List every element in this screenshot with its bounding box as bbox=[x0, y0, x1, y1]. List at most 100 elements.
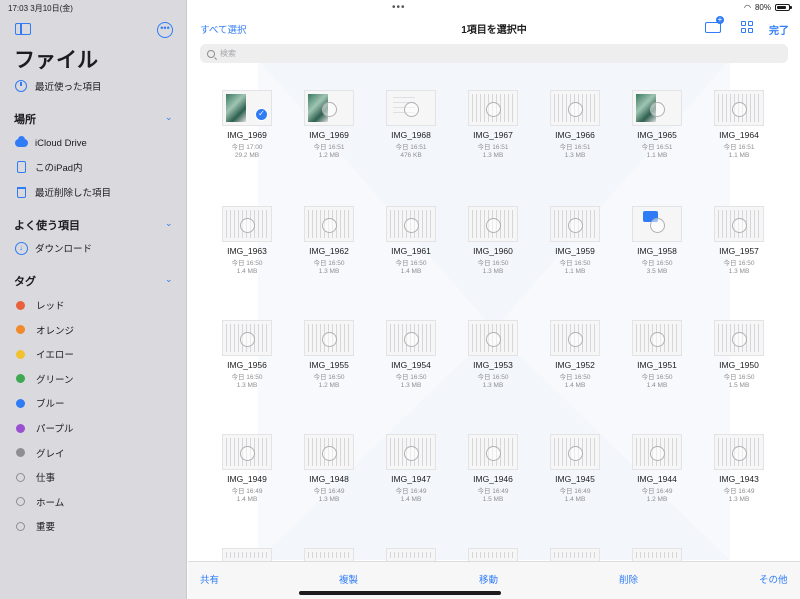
file-item[interactable]: IMG_1943 今日 16:49 1.3 MB bbox=[700, 434, 778, 512]
tag-color-dot-icon bbox=[16, 448, 25, 458]
selection-circle-icon[interactable] bbox=[650, 102, 665, 117]
selection-circle-icon[interactable] bbox=[568, 218, 583, 233]
section-tags-header[interactable]: タグ bbox=[14, 273, 36, 289]
file-item[interactable]: IMG_1968 今日 16:51 476 KB bbox=[372, 90, 450, 168]
selection-circle-icon[interactable] bbox=[568, 102, 583, 117]
file-item[interactable]: IMG_1957 今日 16:50 1.3 MB bbox=[700, 206, 778, 284]
sidebar-item-icloud-drive[interactable]: iCloud Drive bbox=[14, 134, 87, 152]
selection-circle-icon[interactable] bbox=[486, 218, 501, 233]
file-item[interactable]: IMG_1950 今日 16:50 1.5 MB bbox=[700, 320, 778, 398]
more-options-icon[interactable]: ••• bbox=[157, 22, 173, 38]
file-item[interactable]: IMG_1944 今日 16:49 1.2 MB bbox=[618, 434, 696, 512]
duplicate-button[interactable]: 複製 bbox=[339, 572, 358, 586]
file-item[interactable]: IMG_1965 今日 16:51 1.1 MB bbox=[618, 90, 696, 168]
sidebar-item-downloads[interactable]: ↓ ダウンロード bbox=[14, 239, 92, 257]
file-thumbnail[interactable] bbox=[468, 548, 518, 562]
file-item[interactable]: IMG_1956 今日 16:50 1.3 MB bbox=[208, 320, 286, 398]
selection-circle-icon[interactable] bbox=[240, 446, 255, 461]
sidebar-item-tag[interactable]: グレイ bbox=[14, 444, 65, 462]
share-button[interactable]: 共有 bbox=[200, 572, 219, 586]
file-date: 今日 16:50 bbox=[641, 374, 673, 381]
sidebar-item-tag[interactable]: イエロー bbox=[14, 345, 74, 363]
grid-view-icon[interactable] bbox=[741, 21, 753, 33]
file-item[interactable]: IMG_1960 今日 16:50 1.3 MB bbox=[454, 206, 532, 284]
selection-circle-icon[interactable] bbox=[486, 332, 501, 347]
selection-circle-icon[interactable] bbox=[568, 332, 583, 347]
selection-circle-icon[interactable] bbox=[732, 102, 747, 117]
sidebar-item-tag[interactable]: 仕事 bbox=[14, 468, 55, 486]
sidebar-item-tag[interactable]: レッド bbox=[14, 296, 65, 314]
selection-circle-icon[interactable] bbox=[650, 446, 665, 461]
file-thumbnail[interactable] bbox=[304, 548, 354, 562]
delete-button[interactable]: 削除 bbox=[619, 572, 638, 586]
selection-circle-icon[interactable] bbox=[486, 102, 501, 117]
file-item[interactable]: IMG_1959 今日 16:50 1.1 MB bbox=[536, 206, 614, 284]
file-thumbnail[interactable] bbox=[386, 548, 436, 562]
file-item[interactable]: IMG_1964 今日 16:51 1.1 MB bbox=[700, 90, 778, 168]
multitasking-dots[interactable]: ••• bbox=[392, 2, 406, 13]
selection-circle-icon[interactable] bbox=[404, 218, 419, 233]
file-thumbnail[interactable] bbox=[550, 548, 600, 562]
selection-circle-icon[interactable] bbox=[322, 332, 337, 347]
selection-circle-icon[interactable] bbox=[732, 218, 747, 233]
sidebar-item-tag[interactable]: グリーン bbox=[14, 370, 74, 388]
file-thumbnail[interactable] bbox=[632, 548, 682, 562]
sidebar-item-tag[interactable]: パープル bbox=[14, 419, 73, 437]
sidebar-item-on-my-ipad[interactable]: このiPad内 bbox=[14, 158, 83, 176]
selection-circle-icon[interactable] bbox=[732, 332, 747, 347]
file-item[interactable]: IMG_1966 今日 16:51 1.3 MB bbox=[536, 90, 614, 168]
file-item[interactable]: ✓ IMG_1969 今日 17:00 29.2 MB bbox=[208, 90, 286, 168]
file-item[interactable]: IMG_1948 今日 16:49 1.3 MB bbox=[290, 434, 368, 512]
selection-circle-icon[interactable] bbox=[404, 332, 419, 347]
file-item[interactable]: IMG_1961 今日 16:50 1.4 MB bbox=[372, 206, 450, 284]
search-input[interactable] bbox=[220, 49, 760, 58]
file-item[interactable]: IMG_1962 今日 16:50 1.3 MB bbox=[290, 206, 368, 284]
selection-circle-icon[interactable] bbox=[240, 218, 255, 233]
move-button[interactable]: 移動 bbox=[479, 572, 498, 586]
selection-circle-icon[interactable] bbox=[322, 102, 337, 117]
sidebar-item-tag[interactable]: オレンジ bbox=[14, 321, 74, 339]
file-item[interactable]: IMG_1969 今日 16:51 1.2 MB bbox=[290, 90, 368, 168]
more-button[interactable]: その他 bbox=[759, 572, 788, 586]
sidebar-item-recent[interactable]: 最近使った項目 bbox=[14, 77, 102, 95]
file-date: 今日 16:51 bbox=[559, 144, 591, 151]
selection-circle-icon[interactable] bbox=[568, 446, 583, 461]
selection-circle-icon[interactable] bbox=[732, 446, 747, 461]
section-favorites-header[interactable]: よく使う項目 bbox=[14, 217, 80, 233]
file-item[interactable]: IMG_1953 今日 16:50 1.3 MB bbox=[454, 320, 532, 398]
selection-circle-icon[interactable] bbox=[240, 332, 255, 347]
sidebar-item-recently-deleted[interactable]: 最近削除した項目 bbox=[14, 183, 111, 201]
search-bar[interactable] bbox=[200, 44, 788, 63]
sidebar-toggle-icon[interactable] bbox=[15, 23, 31, 35]
file-thumbnail[interactable] bbox=[222, 548, 272, 562]
file-item[interactable]: IMG_1955 今日 16:50 1.2 MB bbox=[290, 320, 368, 398]
file-item[interactable]: IMG_1958 今日 16:50 3.5 MB bbox=[618, 206, 696, 284]
selection-circle-icon[interactable] bbox=[404, 102, 419, 117]
new-folder-icon[interactable] bbox=[705, 16, 724, 33]
file-item[interactable]: IMG_1952 今日 16:50 1.4 MB bbox=[536, 320, 614, 398]
file-item[interactable]: IMG_1967 今日 16:51 1.3 MB bbox=[454, 90, 532, 168]
file-item[interactable]: IMG_1954 今日 16:50 1.3 MB bbox=[372, 320, 450, 398]
selection-circle-icon[interactable] bbox=[486, 446, 501, 461]
selection-circle-icon[interactable] bbox=[322, 218, 337, 233]
selection-circle-icon[interactable] bbox=[404, 446, 419, 461]
file-item[interactable]: IMG_1947 今日 16:49 1.4 MB bbox=[372, 434, 450, 512]
sidebar-item-tag[interactable]: ブルー bbox=[14, 394, 65, 412]
chevron-down-icon[interactable]: ⌄ bbox=[165, 219, 173, 228]
sidebar-item-tag[interactable]: 重要 bbox=[14, 517, 55, 535]
selection-circle-icon[interactable] bbox=[322, 446, 337, 461]
tag-color-dot-icon bbox=[16, 497, 25, 507]
file-item[interactable]: IMG_1963 今日 16:50 1.4 MB bbox=[208, 206, 286, 284]
file-item[interactable]: IMG_1951 今日 16:50 1.4 MB bbox=[618, 320, 696, 398]
selection-circle-icon[interactable] bbox=[650, 218, 665, 233]
selection-circle-icon[interactable] bbox=[650, 332, 665, 347]
file-item[interactable]: IMG_1949 今日 16:49 1.4 MB bbox=[208, 434, 286, 512]
chevron-down-icon[interactable]: ⌄ bbox=[165, 275, 173, 284]
chevron-down-icon[interactable]: ⌄ bbox=[165, 113, 173, 122]
sidebar-item-tag[interactable]: ホーム bbox=[14, 493, 64, 511]
sidebar-item-label: ダウンロード bbox=[35, 244, 93, 255]
file-item[interactable]: IMG_1945 今日 16:49 1.4 MB bbox=[536, 434, 614, 512]
file-item[interactable]: IMG_1946 今日 16:49 1.5 MB bbox=[454, 434, 532, 512]
section-locations-header[interactable]: 場所 bbox=[14, 111, 36, 127]
done-button[interactable]: 完了 bbox=[769, 22, 789, 37]
